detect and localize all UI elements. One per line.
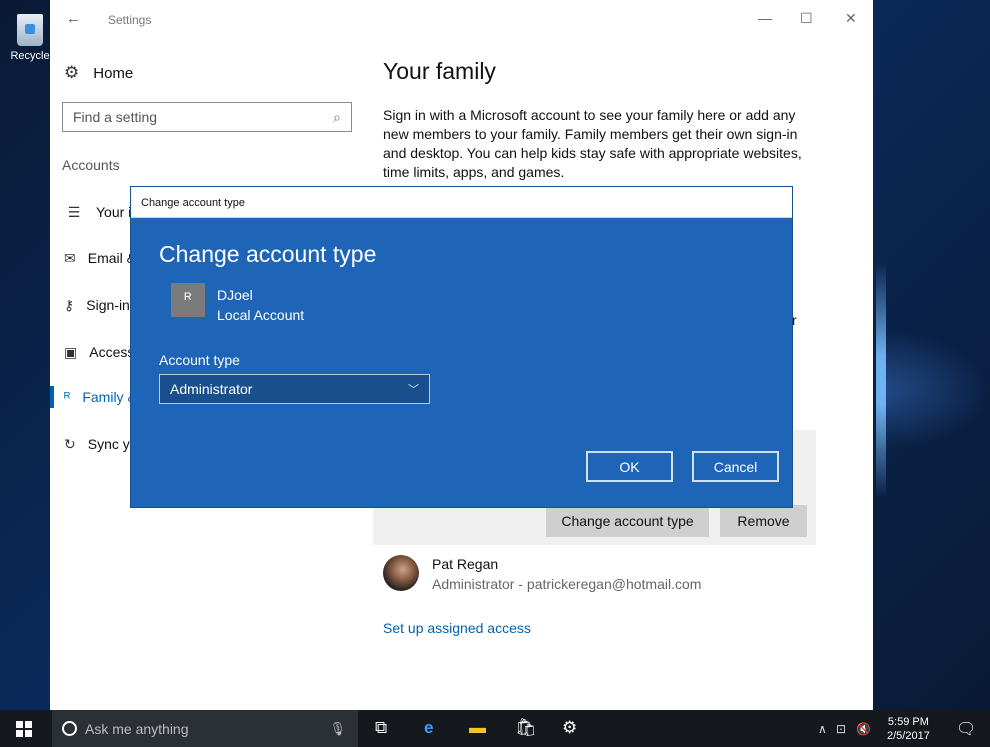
window-title: Settings [108,13,152,27]
action-center-icon[interactable]: 🗨 [956,719,976,739]
windows-start-icon[interactable] [16,721,32,737]
recycle-bin-label: Recycle [10,50,50,62]
dialog-titlebar: Change account type [131,187,792,218]
cortana-icon [62,721,77,736]
mail-icon: ✉ [64,249,76,266]
gear-icon: ⚙ [64,63,80,82]
task-view-icon[interactable]: ⧉ [375,718,387,738]
section-label: Accounts [62,157,120,173]
search-input[interactable]: Find a setting ⌕ [62,102,352,132]
close-button[interactable]: ✕ [845,10,857,27]
ok-button[interactable]: OK [586,451,673,482]
page-title: Your family [383,58,496,84]
edge-browser-icon[interactable]: e [424,718,433,738]
minimize-button[interactable]: — [758,10,772,26]
search-placeholder: Find a setting [73,109,158,125]
recycle-bin-icon [17,14,43,46]
settings-gear-icon[interactable]: ⚙ [562,718,577,738]
search-icon: ⌕ [333,108,341,125]
back-arrow-icon[interactable]: ← [66,10,81,27]
home-label: Home [93,64,134,82]
dialog-user-name: DJoel [217,287,253,303]
person-icon: ᴿ [64,389,71,405]
account-type-value: Administrator [170,381,253,397]
dialog-heading: Change account type [159,241,377,267]
briefcase-icon: ▣ [64,343,78,360]
avatar [383,555,419,591]
chevron-up-icon[interactable]: ∧ [818,722,827,736]
cortana-placeholder: Ask me anything [85,720,189,737]
cancel-button[interactable]: Cancel [692,451,779,482]
recycle-bin-shortcut[interactable]: Recycle [6,14,54,62]
clock-time: 5:59 PM [887,716,929,728]
taskbar: Ask me anything 🎙 ⧉ e ▬ 🛍 ⚙ ∧ ⊡ 🔇 5:59 P… [0,710,990,747]
user-avatar-icon: ᴿ [171,283,205,317]
key-icon: ⚷ [64,296,75,313]
sync-icon: ↻ [64,435,76,452]
user-name: Pat Regan [432,556,499,572]
change-account-type-button[interactable]: Change account type [546,505,709,537]
user-detail: Administrator - patrickeregan@hotmail.co… [432,576,702,592]
wallpaper-light-beam [876,262,886,498]
dialog-user-type: Local Account [217,307,305,323]
set-up-assigned-access-link[interactable]: Set up assigned access [383,620,531,636]
account-type-label: Account type [159,352,240,368]
store-icon[interactable]: 🛍 [515,718,537,738]
change-account-type-dialog: Change account type Change account type … [130,186,793,508]
sidebar-home[interactable]: ⚙ Home [64,62,133,84]
wallpaper-glow [880,330,990,450]
dialog-window-title: Change account type [141,197,245,209]
microphone-icon[interactable]: 🎙 [329,721,346,737]
maximize-button[interactable]: ☐ [800,10,813,27]
dialog-user-info: DJoel Local Account [217,285,304,325]
account-type-dropdown[interactable]: Administrator ﹀ [159,374,430,404]
family-description: Sign in with a Microsoft account to see … [383,107,802,180]
cortana-search-box[interactable]: Ask me anything 🎙 [52,710,358,747]
chevron-down-icon: ﹀ [408,384,419,396]
remove-button[interactable]: Remove [720,505,807,537]
window-titlebar: ← Settings — ☐ ✕ [50,0,873,38]
user-info-icon: ☰ [67,203,81,220]
network-icon[interactable]: ⊡ [836,722,846,736]
volume-muted-icon[interactable]: 🔇 [856,722,871,736]
active-indicator [50,386,54,408]
file-explorer-icon[interactable]: ▬ [469,718,486,738]
clock-date: 2/5/2017 [887,730,930,742]
clock[interactable]: 5:59 PM 2/5/2017 [887,715,930,743]
